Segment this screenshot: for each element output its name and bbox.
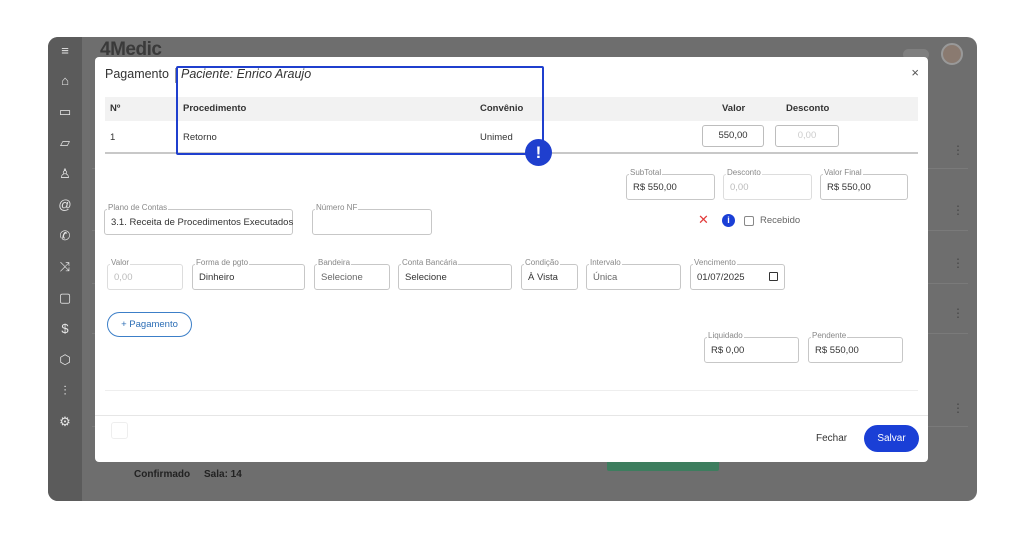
- numero-nf-label: Número NF: [315, 203, 359, 213]
- home-icon[interactable]: ⌂: [57, 73, 73, 89]
- close-icon[interactable]: ×: [911, 65, 919, 80]
- valor-input[interactable]: 550,00: [702, 125, 764, 147]
- liquidado-value: R$ 0,00: [711, 345, 745, 356]
- at-icon[interactable]: @: [57, 197, 73, 213]
- more-icon: ⋮: [952, 401, 964, 415]
- calendar-icon[interactable]: [769, 272, 778, 281]
- payment-valor-input[interactable]: Valor 0,00: [107, 258, 183, 290]
- intervalo-label: Intervalo: [589, 258, 622, 268]
- phone-icon[interactable]: ✆: [57, 228, 73, 244]
- subtotal-field: SubTotal R$ 550,00: [626, 168, 715, 200]
- condicao-select[interactable]: Condição À Vista: [521, 258, 578, 290]
- intervalo-select[interactable]: Intervalo Única: [586, 258, 681, 290]
- subtotal-label: SubTotal: [629, 168, 663, 178]
- numero-nf-input[interactable]: Número NF: [312, 203, 432, 235]
- highlight-box: [176, 66, 544, 155]
- bg-status-text: Confirmado: [134, 469, 191, 480]
- recebido-checkbox[interactable]: [744, 216, 754, 226]
- more-icon: ⋮: [952, 256, 964, 270]
- alert-icon: !: [525, 139, 552, 166]
- recebido-label: Recebido: [760, 215, 801, 226]
- modal-title: Pagamento: [105, 67, 169, 81]
- menu-icon[interactable]: ≡: [57, 43, 73, 59]
- col-header-valor: Valor: [722, 103, 746, 114]
- valor-final-field: Valor Final R$ 550,00: [820, 168, 908, 200]
- more-icon: ⋮: [952, 306, 964, 320]
- liquidado-field: Liquidado R$ 0,00: [704, 331, 799, 363]
- condicao-value: À Vista: [528, 272, 558, 283]
- inbox-icon[interactable]: ▱: [57, 135, 73, 151]
- clipboard-icon[interactable]: ▢: [57, 290, 73, 306]
- user-icon[interactable]: ♙: [57, 166, 73, 182]
- conta-bancaria-label: Conta Bancária: [401, 258, 459, 268]
- settings-icon[interactable]: ⚙: [57, 414, 73, 430]
- desconto-input[interactable]: 0,00: [775, 125, 839, 147]
- subtotal-value: R$ 550,00: [633, 182, 677, 193]
- valor-final-label: Valor Final: [823, 168, 863, 178]
- divider: [105, 390, 918, 391]
- intervalo-value: Única: [593, 272, 618, 283]
- conta-bancaria-value: Selecione: [405, 272, 447, 283]
- cell-num: 1: [110, 132, 116, 143]
- bandeira-select[interactable]: Bandeira Selecione: [314, 258, 390, 290]
- shuffle-icon[interactable]: ⤨: [57, 259, 73, 275]
- sidebar: ≡ ⌂ ▭ ▱ ♙ @ ✆ ⤨ ▢ $ ⬡ ⫶ ⚙: [48, 37, 82, 501]
- calendar-icon[interactable]: ▭: [57, 104, 73, 120]
- pendente-label: Pendente: [811, 331, 848, 341]
- col-header-desconto: Desconto: [786, 103, 830, 114]
- avatar[interactable]: [941, 43, 963, 65]
- valor-final-value: R$ 550,00: [827, 182, 871, 193]
- summary-desconto-value: 0,00: [730, 182, 749, 193]
- pendente-field: Pendente R$ 550,00: [808, 331, 903, 363]
- add-payment-button[interactable]: + Pagamento: [107, 312, 192, 337]
- pendente-value: R$ 550,00: [815, 345, 859, 356]
- bandeira-label: Bandeira: [317, 258, 352, 268]
- payment-valor-label: Valor: [110, 258, 131, 268]
- dollar-icon[interactable]: $: [57, 321, 73, 337]
- footer-checkbox[interactable]: [111, 422, 128, 439]
- footer-divider: [95, 415, 928, 416]
- plano-contas-label: Plano de Contas: [107, 203, 169, 213]
- box-icon[interactable]: ⬡: [57, 352, 73, 368]
- bg-room-text: Sala: 14: [204, 469, 242, 480]
- plano-contas-value: 3.1. Receita de Procedimentos Executados: [111, 217, 294, 228]
- forma-pgto-label: Forma de pgto: [195, 258, 250, 268]
- fechar-button[interactable]: Fechar: [816, 433, 847, 444]
- col-header-num: Nº: [110, 103, 121, 114]
- bandeira-value: Selecione: [321, 272, 363, 283]
- chart-icon[interactable]: ⫶: [57, 383, 73, 399]
- payment-valor-value: 0,00: [114, 272, 133, 283]
- salvar-button[interactable]: Salvar: [864, 425, 919, 452]
- forma-pgto-value: Dinheiro: [199, 272, 235, 283]
- conta-bancaria-select[interactable]: Conta Bancária Selecione: [398, 258, 512, 290]
- forma-pgto-select[interactable]: Forma de pgto Dinheiro: [192, 258, 305, 290]
- vencimento-value: 01/07/2025: [697, 272, 745, 283]
- liquidado-label: Liquidado: [707, 331, 744, 341]
- plano-contas-select[interactable]: Plano de Contas 3.1. Receita de Procedim…: [104, 203, 294, 235]
- vencimento-label: Vencimento: [693, 258, 737, 268]
- condicao-label: Condição: [524, 258, 560, 268]
- vencimento-date-input[interactable]: Vencimento 01/07/2025: [690, 258, 785, 290]
- more-icon: ⋮: [952, 203, 964, 217]
- remove-payment-icon[interactable]: ✕: [698, 212, 709, 228]
- more-icon: ⋮: [952, 143, 964, 157]
- summary-desconto-field: Desconto 0,00: [723, 168, 812, 200]
- summary-desconto-label: Desconto: [726, 168, 762, 178]
- info-icon[interactable]: i: [722, 214, 735, 227]
